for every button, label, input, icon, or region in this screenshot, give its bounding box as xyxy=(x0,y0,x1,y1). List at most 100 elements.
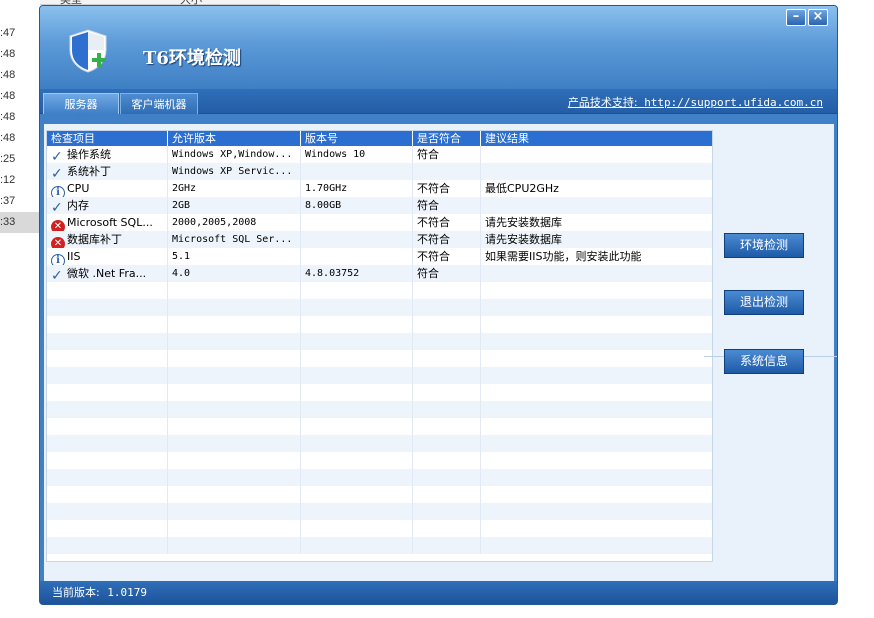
cell-allowed-version: 2000,2005,2008 xyxy=(168,214,301,231)
cell-item xyxy=(47,452,168,469)
cell-allowed-version xyxy=(168,350,301,367)
shield-logo-icon xyxy=(69,29,107,73)
background-time-text: :37 xyxy=(0,195,16,207)
cell-allowed-version xyxy=(168,435,301,452)
table-row-empty xyxy=(47,316,712,333)
background-time-text: :48 xyxy=(0,69,16,81)
cell-item: ✓ 内存 xyxy=(47,197,168,214)
tab-server[interactable]: 服务器 xyxy=(43,93,119,114)
status-bar: 当前版本: 1.0179 xyxy=(40,581,837,604)
support-url: http://support.ufida.com.cn xyxy=(644,96,823,109)
cell-advice: 最低CPU2GHz xyxy=(485,182,559,195)
column-header-item[interactable]: 检查项目 xyxy=(47,131,168,146)
cell-compliant xyxy=(413,350,481,367)
cell-item xyxy=(47,384,168,401)
column-header-allowed-version[interactable]: 允许版本 xyxy=(168,131,301,146)
check-icon: ✓ xyxy=(51,268,63,282)
cell-advice: 请先安装数据库 xyxy=(485,233,562,246)
cell-item-text: CPU xyxy=(67,182,90,195)
active-tab-indicator xyxy=(73,114,91,122)
cell-item xyxy=(47,469,168,486)
column-header-advice[interactable]: 建议结果 xyxy=(481,131,712,146)
support-link[interactable]: 产品技术支持: http://support.ufida.com.cn xyxy=(568,94,823,110)
cell-version xyxy=(301,418,413,435)
cell-item xyxy=(47,401,168,418)
table-row-empty xyxy=(47,503,712,520)
table-row[interactable]: i CPU 2GHz 1.70GHz 不符合 最低CPU2GHz xyxy=(47,180,712,197)
cell-item: ✓ 微软 .Net Fra... xyxy=(47,265,168,282)
background-time-text: :12 xyxy=(0,174,16,186)
table-row[interactable]: ✓ 操作系统 Windows XP,Window... Windows 10 符合 xyxy=(47,146,712,163)
cell-allowed-version xyxy=(168,469,301,486)
cell-compliant xyxy=(413,401,481,418)
cell-item: i IIS xyxy=(47,248,168,265)
content-area: 检查项目 允许版本 版本号 是否符合 建议结果 ✓ 操作系统 Windows XP,… xyxy=(44,124,837,581)
cell-compliant xyxy=(413,486,481,503)
cell-allowed-version xyxy=(168,316,301,333)
cell-allowed-version xyxy=(168,520,301,537)
cell-advice xyxy=(481,520,712,537)
table-row[interactable]: ✓ 微软 .Net Fra... 4.0 4.8.03752 符合 xyxy=(47,265,712,282)
cell-allowed-version: 5.1 xyxy=(168,248,301,265)
cell-allowed-version xyxy=(168,537,301,554)
cell-compliant xyxy=(413,333,481,350)
table-row-empty xyxy=(47,435,712,452)
background-time-text: :25 xyxy=(0,153,16,165)
table-row[interactable]: ✓ 系统补丁 Windows XP Servic... xyxy=(47,163,712,180)
cell-version xyxy=(301,435,413,452)
table-row[interactable]: ✓ 内存 2GB 8.00GB 符合 xyxy=(47,197,712,214)
cell-compliant xyxy=(413,418,481,435)
cell-allowed-version xyxy=(168,299,301,316)
cell-advice xyxy=(481,350,712,367)
table-row[interactable]: ✕ Microsoft SQL... 2000,2005,2008 不符合 请先安装数据… xyxy=(47,214,712,231)
cell-item xyxy=(47,520,168,537)
cell-item-text: IIS xyxy=(67,250,81,263)
cell-allowed-version: Microsoft SQL Ser... xyxy=(168,231,301,248)
cell-item xyxy=(47,418,168,435)
cell-version: 1.70GHz xyxy=(301,180,413,197)
t6-env-check-window: T6环境检测 – × 服务器 客户端机器 产品技术支持: http://supp… xyxy=(39,5,838,605)
tab-client-machine[interactable]: 客户端机器 xyxy=(120,93,198,114)
exit-check-button[interactable]: 退出检测 xyxy=(724,290,804,315)
cell-version xyxy=(301,469,413,486)
cell-allowed-version xyxy=(168,333,301,350)
close-button[interactable]: × xyxy=(808,9,828,26)
cell-advice xyxy=(481,452,712,469)
cell-compliant: 不符合 xyxy=(413,231,481,248)
info-icon: i xyxy=(51,186,65,197)
cell-version xyxy=(301,520,413,537)
column-header-compliant[interactable]: 是否符合 xyxy=(413,131,481,146)
cell-compliant xyxy=(413,435,481,452)
info-icon: i xyxy=(51,254,65,265)
cell-item: ✓ 系统补丁 xyxy=(47,163,168,180)
support-label: 产品技术支持: xyxy=(567,96,638,109)
cell-version xyxy=(301,248,413,265)
table-row[interactable]: ✕ 数据库补丁 Microsoft SQL Ser... 不符合 请先安装数据库 xyxy=(47,231,712,248)
cell-advice xyxy=(481,401,712,418)
system-info-button[interactable]: 系统信息 xyxy=(724,349,804,374)
cell-allowed-version xyxy=(168,384,301,401)
cell-item-text: 操作系统 xyxy=(67,148,111,161)
cell-item xyxy=(47,282,168,299)
cell-allowed-version: Windows XP,Window... xyxy=(168,146,301,163)
cell-compliant xyxy=(413,452,481,469)
cell-advice xyxy=(481,316,712,333)
table-row-empty xyxy=(47,537,712,554)
window-header: T6环境检测 – × xyxy=(40,6,837,89)
background-time-text: :33 xyxy=(0,212,40,233)
cell-compliant xyxy=(413,299,481,316)
cell-advice xyxy=(481,418,712,435)
cell-compliant xyxy=(413,537,481,554)
cell-item xyxy=(47,299,168,316)
background-time-text: :48 xyxy=(0,48,16,60)
cell-allowed-version: 2GB xyxy=(168,197,301,214)
table-row-empty xyxy=(47,384,712,401)
cell-compliant xyxy=(413,384,481,401)
cell-version xyxy=(301,486,413,503)
column-header-version[interactable]: 版本号 xyxy=(301,131,413,146)
env-check-button[interactable]: 环境检测 xyxy=(724,233,804,258)
table-row[interactable]: i IIS 5.1 不符合 如果需要IIS功能，则安装此功能 xyxy=(47,248,712,265)
table-row-empty xyxy=(47,350,712,367)
cell-version xyxy=(301,163,413,180)
minimize-button[interactable]: – xyxy=(786,9,806,26)
